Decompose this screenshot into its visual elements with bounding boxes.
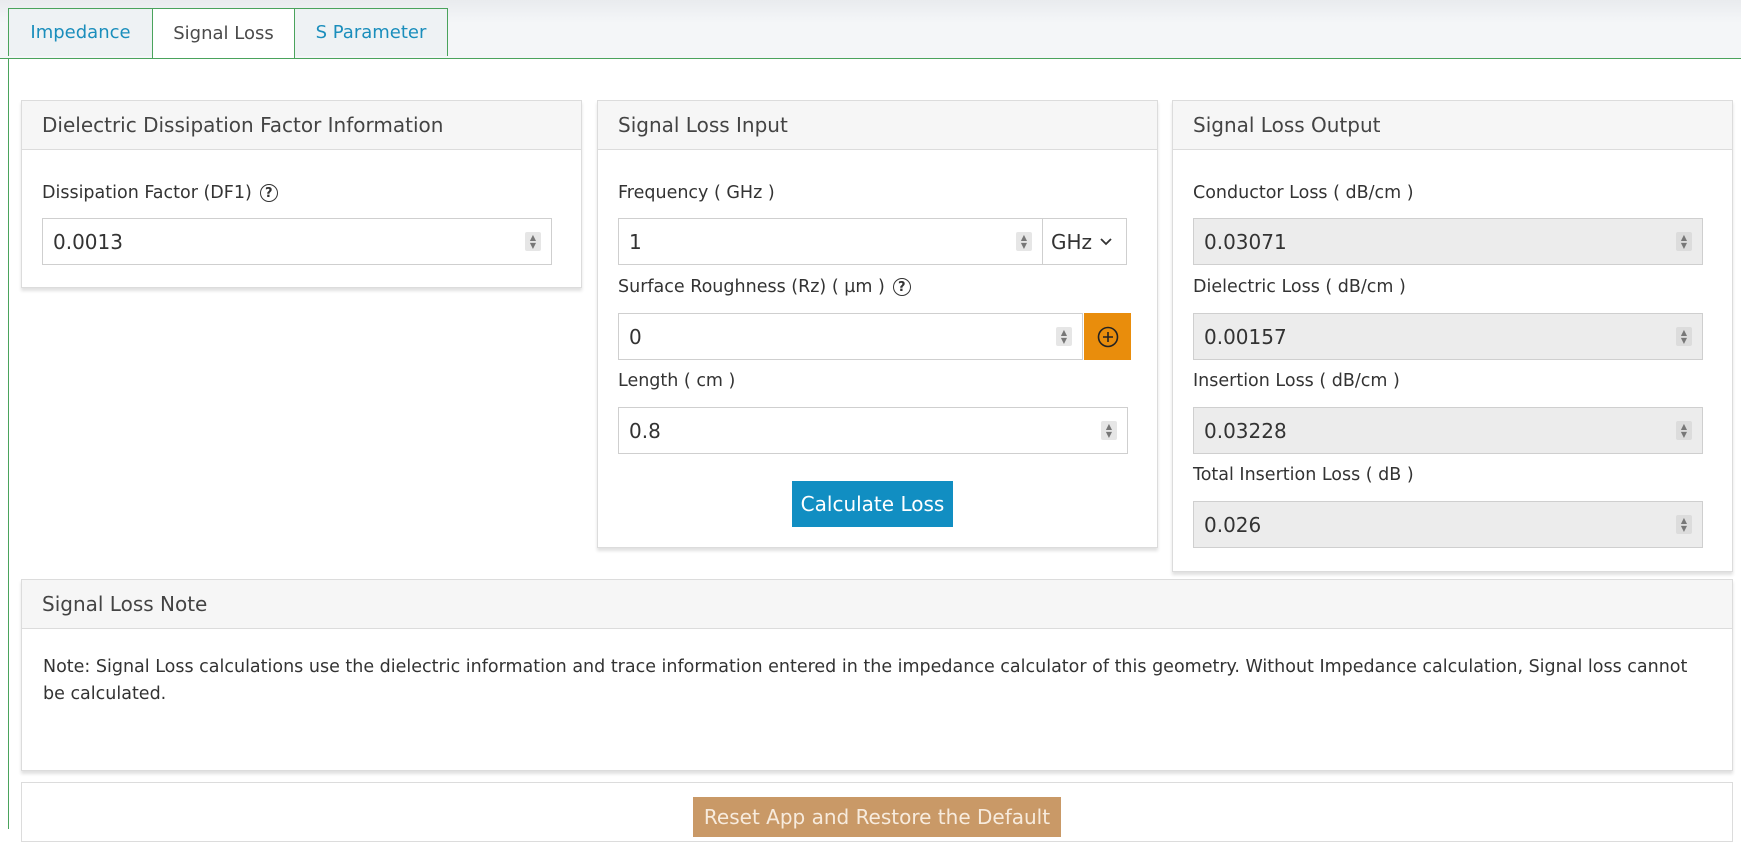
reset-app-button[interactable]: Reset App and Restore the Default (693, 797, 1061, 837)
reset-app-label: Reset App and Restore the Default (703, 805, 1051, 829)
calculate-loss-button[interactable]: Calculate Loss (792, 481, 953, 527)
roughness-input[interactable]: 0 ▲ ▼ (618, 313, 1083, 360)
dielectric-loss-label-text: Dielectric Loss ( dB/cm ) (1193, 277, 1406, 297)
tab-s-parameter-label: S Parameter (315, 22, 427, 43)
spinner-icon[interactable]: ▲ ▼ (1676, 515, 1692, 534)
df-input[interactable]: 0.0013 ▲ ▼ (42, 218, 552, 265)
dielectric-loss-label: Dielectric Loss ( dB/cm ) (1193, 277, 1406, 297)
insertion-loss-label-text: Insertion Loss ( dB/cm ) (1193, 371, 1400, 391)
length-label-text: Length ( cm ) (618, 371, 736, 391)
df-input-value: 0.0013 (53, 229, 123, 254)
frequency-label: Frequency ( GHz ) (618, 183, 775, 203)
plus-circle-icon (1097, 326, 1118, 347)
conductor-loss-value: 0.03071 (1204, 229, 1287, 254)
total-insertion-loss-output[interactable]: 0.026 ▲ ▼ (1193, 501, 1703, 548)
total-insertion-loss-value: 0.026 (1204, 512, 1262, 537)
calculate-loss-label: Calculate Loss (800, 492, 945, 516)
signal-loss-output-panel: Signal Loss Output Conductor Loss ( dB/c… (1172, 100, 1733, 572)
insertion-loss-value: 0.03228 (1204, 418, 1287, 443)
signal-loss-input-panel: Signal Loss Input Frequency ( GHz ) 1 ▲ ▼… (597, 100, 1158, 548)
dielectric-loss-value: 0.00157 (1204, 324, 1287, 349)
total-insertion-loss-label: Total Insertion Loss ( dB ) (1193, 465, 1414, 485)
output-panel-title: Signal Loss Output (1173, 101, 1732, 150)
tab-impedance[interactable]: Impedance (8, 8, 153, 56)
tab-signal-loss[interactable]: Signal Loss (152, 8, 295, 58)
frequency-input[interactable]: 1 ▲ ▼ (618, 218, 1043, 265)
length-input-value: 0.8 (629, 418, 661, 443)
df-label-text: Dissipation Factor (DF1) (42, 183, 252, 203)
spinner-icon[interactable]: ▲ ▼ (1101, 421, 1117, 440)
tab-signal-loss-label: Signal Loss (173, 23, 274, 44)
spinner-icon[interactable]: ▲ ▼ (1676, 327, 1692, 346)
tab-impedance-label: Impedance (30, 22, 131, 43)
spinner-icon[interactable]: ▲ ▼ (1676, 232, 1692, 251)
note-text: Note: Signal Loss calculations use the d… (43, 657, 1688, 704)
help-icon[interactable]: ? (259, 184, 278, 202)
signal-loss-note-panel: Signal Loss Note Note: Signal Loss calcu… (21, 579, 1733, 771)
spinner-icon[interactable]: ▲ ▼ (1056, 327, 1072, 346)
insertion-loss-label: Insertion Loss ( dB/cm ) (1193, 371, 1400, 391)
frequency-input-value: 1 (629, 229, 642, 254)
frequency-unit-select[interactable]: GHz (1042, 218, 1127, 265)
note-panel-title: Signal Loss Note (22, 580, 1732, 629)
help-icon[interactable]: ? (892, 278, 911, 296)
tab-s-parameter[interactable]: S Parameter (294, 8, 448, 56)
conductor-loss-output[interactable]: 0.03071 ▲ ▼ (1193, 218, 1703, 265)
add-roughness-button[interactable] (1084, 313, 1131, 360)
total-insertion-loss-label-text: Total Insertion Loss ( dB ) (1193, 465, 1414, 485)
conductor-loss-label-text: Conductor Loss ( dB/cm ) (1193, 183, 1414, 203)
df-label: Dissipation Factor (DF1) ? (42, 183, 278, 203)
content-border (8, 58, 9, 829)
frequency-label-text: Frequency ( GHz ) (618, 183, 775, 203)
length-input[interactable]: 0.8 ▲ ▼ (618, 407, 1128, 454)
roughness-input-value: 0 (629, 324, 642, 349)
conductor-loss-label: Conductor Loss ( dB/cm ) (1193, 183, 1414, 203)
dissipation-panel-title: Dielectric Dissipation Factor Informatio… (22, 101, 581, 150)
frequency-unit-value: GHz (1051, 229, 1093, 254)
spinner-icon[interactable]: ▲ ▼ (525, 232, 541, 251)
dielectric-loss-output[interactable]: 0.00157 ▲ ▼ (1193, 313, 1703, 360)
insertion-loss-output[interactable]: 0.03228 ▲ ▼ (1193, 407, 1703, 454)
roughness-label-text: Surface Roughness (Rz) ( µm ) (618, 277, 885, 297)
input-panel-title: Signal Loss Input (598, 101, 1157, 150)
chevron-down-icon (1100, 237, 1112, 245)
length-label: Length ( cm ) (618, 371, 735, 391)
dissipation-factor-panel: Dielectric Dissipation Factor Informatio… (21, 100, 582, 288)
spinner-icon[interactable]: ▲ ▼ (1676, 421, 1692, 440)
roughness-label: Surface Roughness (Rz) ( µm ) ? (618, 277, 911, 297)
spinner-icon[interactable]: ▲ ▼ (1016, 232, 1032, 251)
